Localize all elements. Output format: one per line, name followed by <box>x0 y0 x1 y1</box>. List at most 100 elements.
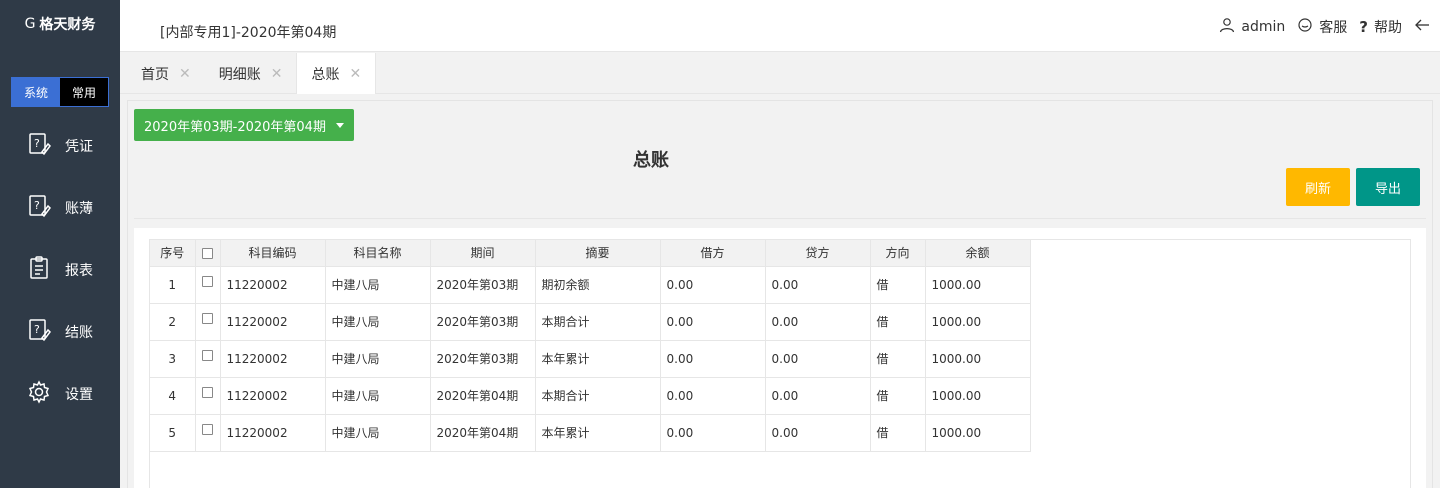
period-range-dropdown[interactable]: 2020年第03期-2020年第04期 <box>134 109 354 141</box>
period: 2020年第03期 <box>429 265 536 304</box>
balance: 1000.00 <box>924 302 1031 341</box>
tab-label: 首页 <box>141 66 169 83</box>
chat-icon <box>1297 17 1313 37</box>
close-icon[interactable]: ✕ <box>349 66 361 82</box>
row-checkbox-cell[interactable] <box>194 302 221 341</box>
table-row[interactable]: 1 11220002 中建八局 2020年第03期 期初余额 0.00 0.00… <box>150 265 1031 304</box>
column-header[interactable]: 借方 <box>659 240 766 267</box>
sidebar-item-ledger[interactable]: ? 账薄 <box>0 188 120 228</box>
ledger-icon: ? <box>27 194 51 222</box>
caret-down-icon <box>336 123 344 128</box>
row-checkbox[interactable] <box>202 349 213 361</box>
user-icon <box>1219 17 1235 37</box>
help-label: 帮助 <box>1374 20 1402 36</box>
select-all-checkbox-cell[interactable] <box>194 240 221 267</box>
column-header[interactable]: 序号 <box>150 240 196 267</box>
row-index: 1 <box>150 265 196 304</box>
credit: 0.00 <box>764 265 871 304</box>
row-checkbox-cell[interactable] <box>194 339 221 378</box>
credit: 0.00 <box>764 302 871 341</box>
column-header[interactable]: 摘要 <box>534 240 661 267</box>
credit: 0.00 <box>764 339 871 378</box>
account-name: 中建八局 <box>324 376 431 415</box>
account-name: 中建八局 <box>324 265 431 304</box>
row-checkbox[interactable] <box>202 312 213 324</box>
refresh-button[interactable]: 刷新 <box>1286 168 1350 206</box>
svg-text:?: ? <box>34 199 40 212</box>
tab-detail-ledger[interactable]: 明细账 ✕ <box>205 53 297 94</box>
topbar-actions: admin 客服 ? 帮助 <box>1211 17 1430 37</box>
debit: 0.00 <box>659 265 766 304</box>
table-row[interactable]: 5 11220002 中建八局 2020年第04期 本年累计 0.00 0.00… <box>150 413 1031 452</box>
table-row[interactable]: 4 11220002 中建八局 2020年第04期 本期合计 0.00 0.00… <box>150 376 1031 415</box>
direction: 借 <box>869 265 926 304</box>
close-icon[interactable]: ✕ <box>271 66 283 82</box>
debit: 0.00 <box>659 339 766 378</box>
column-header[interactable]: 科目编码 <box>219 240 326 267</box>
table-row[interactable]: 3 11220002 中建八局 2020年第03期 本年累计 0.00 0.00… <box>150 339 1031 378</box>
sidebar-item-report[interactable]: 报表 <box>0 250 120 290</box>
voucher-icon: ? <box>27 132 51 160</box>
tab-home[interactable]: 首页 ✕ <box>127 53 205 94</box>
row-checkbox[interactable] <box>202 423 213 435</box>
sidebar-item-label: 设置 <box>65 387 93 403</box>
credit: 0.00 <box>764 376 871 415</box>
topbar: [内部专用1]-2020年第04期 admin 客服 ? 帮助 <box>120 0 1440 52</box>
column-header[interactable]: 方向 <box>869 240 926 267</box>
row-checkbox-cell[interactable] <box>194 413 221 452</box>
row-checkbox-cell[interactable] <box>194 265 221 304</box>
balance: 1000.00 <box>924 339 1031 378</box>
sidebar-item-label: 账薄 <box>65 201 93 217</box>
logo-mark: G <box>24 16 36 32</box>
row-checkbox[interactable] <box>202 275 213 287</box>
account-name: 中建八局 <box>324 413 431 452</box>
current-period-title: [内部专用1]-2020年第04期 <box>160 25 337 41</box>
user-name: admin <box>1241 19 1286 35</box>
debit: 0.00 <box>659 413 766 452</box>
balance: 1000.00 <box>924 265 1031 304</box>
customer-service-link[interactable]: 客服 <box>1297 17 1347 37</box>
column-header[interactable]: 期间 <box>429 240 536 267</box>
report-icon <box>27 256 51 284</box>
credit: 0.00 <box>764 413 871 452</box>
svg-text:?: ? <box>34 137 40 150</box>
row-index: 3 <box>150 339 196 378</box>
sidebar-item-settings[interactable]: 设置 <box>0 374 120 414</box>
tab-bar: 首页 ✕ 明细账 ✕ 总账 ✕ <box>120 53 1440 94</box>
export-button[interactable]: 导出 <box>1356 168 1420 206</box>
ledger-table: 序号 科目编码 科目名称 期间 摘要 借方 贷方 方向 余额 1 1122000… <box>150 240 1031 452</box>
divider <box>134 218 1426 219</box>
back-button[interactable] <box>1414 17 1430 37</box>
help-link[interactable]: ? 帮助 <box>1359 17 1402 37</box>
logo-text: 格天财务 <box>39 17 96 33</box>
direction: 借 <box>869 339 926 378</box>
user-menu[interactable]: admin <box>1219 17 1285 37</box>
column-header[interactable]: 科目名称 <box>324 240 431 267</box>
tab-general-ledger[interactable]: 总账 ✕ <box>296 53 377 94</box>
select-all-checkbox[interactable] <box>202 247 213 259</box>
main-content: 2020年第03期-2020年第04期 总账 刷新 导出 序号 科目编码 科目名… <box>127 100 1433 488</box>
summary: 本期合计 <box>534 302 661 341</box>
account-code: 11220002 <box>219 413 326 452</box>
account-code: 11220002 <box>219 265 326 304</box>
table-row[interactable]: 2 11220002 中建八局 2020年第03期 本期合计 0.00 0.00… <box>150 302 1031 341</box>
sidebar-item-label: 报表 <box>65 263 93 279</box>
column-header[interactable]: 余额 <box>924 240 1031 267</box>
summary: 本年累计 <box>534 413 661 452</box>
account-name: 中建八局 <box>324 339 431 378</box>
mode-switch: 系统 常用 <box>11 77 109 107</box>
period: 2020年第03期 <box>429 339 536 378</box>
column-header[interactable]: 贷方 <box>764 240 871 267</box>
debit: 0.00 <box>659 302 766 341</box>
app-logo[interactable]: G 格天财务 <box>0 0 120 48</box>
sidebar: G 格天财务 系统 常用 ? 凭证 ? 账薄 报表 ? 结账 设置 <box>0 0 120 488</box>
close-icon[interactable]: ✕ <box>179 66 191 82</box>
sidebar-item-voucher[interactable]: ? 凭证 <box>0 126 120 166</box>
mode-system-button[interactable]: 系统 <box>12 78 60 106</box>
mode-common-button[interactable]: 常用 <box>60 78 108 106</box>
row-checkbox[interactable] <box>202 386 213 398</box>
sidebar-item-close-account[interactable]: ? 结账 <box>0 312 120 352</box>
customer-service-label: 客服 <box>1319 20 1348 36</box>
row-checkbox-cell[interactable] <box>194 376 221 415</box>
svg-text:?: ? <box>34 323 40 336</box>
